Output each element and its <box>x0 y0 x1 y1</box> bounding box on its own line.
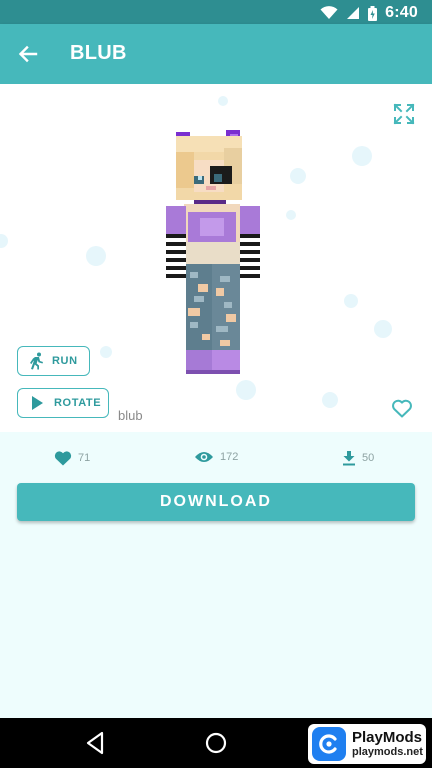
status-time: 6:40 <box>385 4 418 21</box>
download-icon <box>343 451 355 466</box>
background-bubble <box>290 168 306 184</box>
triangle-back-icon <box>86 731 104 755</box>
wifi-icon <box>320 6 338 19</box>
fullscreen-button[interactable] <box>392 102 416 126</box>
skin-figure <box>166 130 260 374</box>
playmods-logo <box>312 727 346 761</box>
run-label: RUN <box>52 355 78 367</box>
fullscreen-expand-icon <box>393 103 415 125</box>
nav-home-button[interactable] <box>204 731 228 755</box>
skin-preview[interactable]: RUN ROTATE blub <box>0 84 432 432</box>
downloads-count: 50 <box>362 452 375 464</box>
playmods-name: PlayMods <box>352 728 423 746</box>
likes-stat: 71 <box>54 450 90 466</box>
background-bubble <box>374 320 392 338</box>
background-bubble <box>352 146 372 166</box>
page-title: BLUB <box>70 42 127 64</box>
download-button[interactable]: DOWNLOAD <box>17 483 415 521</box>
nav-back-button[interactable] <box>84 730 108 756</box>
heart-icon <box>54 451 72 466</box>
stats-row: 71 172 50 <box>0 446 432 472</box>
battery-icon <box>368 5 378 21</box>
views-stat: 172 <box>194 450 238 464</box>
downloads-stat: 50 <box>342 450 374 466</box>
run-button[interactable]: RUN <box>17 346 90 376</box>
background-bubble <box>344 294 358 308</box>
app-bar: BLUB <box>0 24 432 84</box>
views-count: 172 <box>220 451 239 463</box>
playmods-text: PlayMods playmods.net <box>352 728 423 759</box>
background-bubble <box>100 346 112 358</box>
background-bubble <box>286 210 296 220</box>
playmods-logo-icon <box>319 734 337 754</box>
playmods-url: playmods.net <box>352 746 423 759</box>
arrow-left-icon <box>18 45 38 63</box>
favorite-button[interactable] <box>390 396 414 420</box>
status-icons: 6:40 <box>320 4 418 22</box>
play-icon <box>32 396 43 410</box>
status-bar: 6:40 <box>0 0 432 24</box>
background-bubble <box>218 96 228 106</box>
background-bubble <box>0 234 8 248</box>
background-bubble <box>86 246 106 266</box>
eye-icon <box>195 452 213 462</box>
heart-outline-icon <box>392 399 412 418</box>
back-button[interactable] <box>12 38 44 70</box>
rotate-label: ROTATE <box>54 397 102 409</box>
playmods-watermark: PlayMods playmods.net <box>308 724 426 764</box>
rotate-button[interactable]: ROTATE <box>17 388 109 418</box>
skin-name: blub <box>118 408 143 423</box>
running-person-icon <box>30 352 43 370</box>
circle-home-icon <box>205 732 227 754</box>
background-bubble <box>322 392 338 408</box>
cell-signal-icon <box>347 7 360 19</box>
likes-count: 71 <box>78 452 91 464</box>
